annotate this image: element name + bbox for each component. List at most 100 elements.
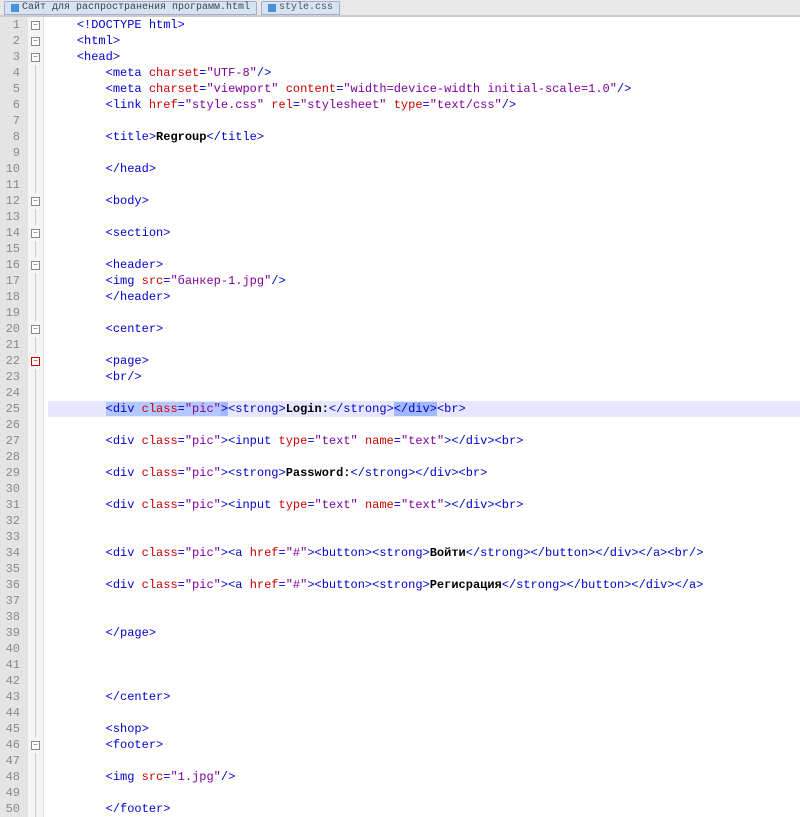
fold-marker[interactable]: [28, 305, 43, 321]
fold-marker[interactable]: [28, 529, 43, 545]
fold-marker[interactable]: [28, 513, 43, 529]
fold-marker[interactable]: [28, 689, 43, 705]
code-line[interactable]: [48, 513, 800, 529]
fold-marker[interactable]: [28, 641, 43, 657]
code-line[interactable]: <body>: [48, 193, 800, 209]
code-line[interactable]: [48, 385, 800, 401]
code-line[interactable]: </footer>: [48, 801, 800, 817]
fold-marker[interactable]: [28, 433, 43, 449]
code-line[interactable]: <html>: [48, 33, 800, 49]
code-line[interactable]: [48, 529, 800, 545]
code-line[interactable]: [48, 481, 800, 497]
fold-marker[interactable]: [28, 209, 43, 225]
fold-marker[interactable]: [28, 449, 43, 465]
code-line[interactable]: [48, 593, 800, 609]
code-line[interactable]: [48, 705, 800, 721]
fold-marker[interactable]: [28, 465, 43, 481]
code-line[interactable]: </page>: [48, 625, 800, 641]
fold-column[interactable]: −−−−−−−−−: [28, 17, 44, 817]
code-line[interactable]: <title>Regroup</title>: [48, 129, 800, 145]
code-line[interactable]: [48, 449, 800, 465]
code-line[interactable]: <div class="pic"><input type="text" name…: [48, 497, 800, 513]
fold-marker[interactable]: −: [28, 193, 43, 209]
fold-marker[interactable]: [28, 401, 43, 417]
fold-marker[interactable]: [28, 177, 43, 193]
fold-marker[interactable]: [28, 785, 43, 801]
code-line[interactable]: <div class="pic"><a href="#"><button><st…: [48, 577, 800, 593]
fold-marker[interactable]: −: [28, 33, 43, 49]
fold-marker[interactable]: [28, 417, 43, 433]
fold-marker[interactable]: −: [28, 737, 43, 753]
fold-marker[interactable]: [28, 801, 43, 817]
code-line[interactable]: <br/>: [48, 369, 800, 385]
code-line[interactable]: <page>: [48, 353, 800, 369]
fold-marker[interactable]: [28, 497, 43, 513]
code-line[interactable]: <img src="банкер-1.jpg"/>: [48, 273, 800, 289]
fold-marker[interactable]: [28, 769, 43, 785]
code-line[interactable]: [48, 337, 800, 353]
code-line[interactable]: <center>: [48, 321, 800, 337]
fold-marker[interactable]: [28, 753, 43, 769]
code-line[interactable]: [48, 609, 800, 625]
fold-marker[interactable]: −: [28, 49, 43, 65]
fold-marker[interactable]: [28, 65, 43, 81]
fold-marker[interactable]: [28, 289, 43, 305]
fold-marker[interactable]: [28, 145, 43, 161]
fold-marker[interactable]: [28, 721, 43, 737]
fold-marker[interactable]: [28, 273, 43, 289]
fold-marker[interactable]: [28, 113, 43, 129]
fold-marker[interactable]: −: [28, 257, 43, 273]
code-line[interactable]: <header>: [48, 257, 800, 273]
code-line[interactable]: <section>: [48, 225, 800, 241]
fold-marker[interactable]: [28, 337, 43, 353]
code-line[interactable]: <footer>: [48, 737, 800, 753]
fold-marker[interactable]: [28, 81, 43, 97]
fold-marker[interactable]: [28, 97, 43, 113]
fold-marker[interactable]: [28, 561, 43, 577]
fold-marker[interactable]: [28, 625, 43, 641]
fold-marker[interactable]: [28, 609, 43, 625]
code-line[interactable]: [48, 209, 800, 225]
code-line[interactable]: </center>: [48, 689, 800, 705]
code-line[interactable]: <div class="pic"><strong>Password:</stro…: [48, 465, 800, 481]
fold-marker[interactable]: [28, 545, 43, 561]
fold-marker[interactable]: [28, 657, 43, 673]
code-line[interactable]: [48, 417, 800, 433]
fold-marker[interactable]: −: [28, 225, 43, 241]
code-line[interactable]: [48, 241, 800, 257]
code-line[interactable]: <link href="style.css" rel="stylesheet" …: [48, 97, 800, 113]
code-line[interactable]: </header>: [48, 289, 800, 305]
fold-marker[interactable]: [28, 129, 43, 145]
fold-marker[interactable]: [28, 593, 43, 609]
fold-marker[interactable]: −: [28, 353, 43, 369]
fold-marker[interactable]: [28, 241, 43, 257]
code-line[interactable]: <div class="pic"><a href="#"><button><st…: [48, 545, 800, 561]
code-line[interactable]: <img src="1.jpg"/>: [48, 769, 800, 785]
file-tab-2[interactable]: style.css: [261, 1, 340, 15]
code-line[interactable]: [48, 641, 800, 657]
code-line[interactable]: [48, 657, 800, 673]
code-line[interactable]: <!DOCTYPE html>: [48, 17, 800, 33]
code-line[interactable]: [48, 673, 800, 689]
code-line[interactable]: [48, 305, 800, 321]
code-line[interactable]: </head>: [48, 161, 800, 177]
code-line[interactable]: [48, 753, 800, 769]
code-line[interactable]: <meta charset="UTF-8"/>: [48, 65, 800, 81]
fold-marker[interactable]: −: [28, 17, 43, 33]
code-line[interactable]: [48, 785, 800, 801]
file-tab-1[interactable]: Сайт для распространения программ.html: [4, 1, 257, 15]
code-line[interactable]: <shop>: [48, 721, 800, 737]
fold-marker[interactable]: [28, 385, 43, 401]
code-line[interactable]: <div class="pic"><strong>Login:</strong>…: [48, 401, 800, 417]
code-line[interactable]: [48, 113, 800, 129]
fold-marker[interactable]: [28, 161, 43, 177]
fold-marker[interactable]: [28, 577, 43, 593]
fold-marker[interactable]: −: [28, 321, 43, 337]
code-line[interactable]: [48, 177, 800, 193]
fold-marker[interactable]: [28, 705, 43, 721]
code-editor[interactable]: 1234567891011121314151617181920212223242…: [0, 16, 800, 817]
fold-marker[interactable]: [28, 481, 43, 497]
code-line[interactable]: <div class="pic"><input type="text" name…: [48, 433, 800, 449]
code-area[interactable]: <!DOCTYPE html> <html> <head> <meta char…: [44, 17, 800, 817]
code-line[interactable]: <meta charset="viewport" content="width=…: [48, 81, 800, 97]
